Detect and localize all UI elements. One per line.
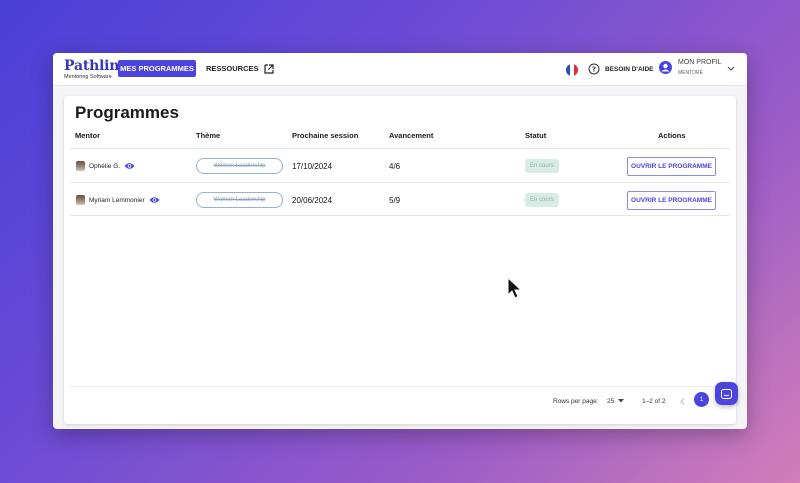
nav-resources[interactable]: RESSOURCES [206,60,274,77]
eye-icon[interactable] [149,196,160,204]
theme-chip: Women Leadership [196,158,283,174]
chat-launcher-button[interactable] [715,382,738,405]
caret-down-icon [618,399,625,403]
avatar [76,195,85,205]
nav-my-programs[interactable]: MES PROGRAMMES [118,60,196,77]
next-session-date: 20/06/2024 [292,195,333,205]
top-navigation-bar: Pathline Mentoring Software MES PROGRAMM… [53,53,747,86]
column-header-next-session: Prochaine session [292,131,359,140]
table-row: Myriam Lemmonier Women Leadership 20/06/… [70,182,730,216]
chevron-left-icon [680,397,685,405]
mentor-cell: Ophélie G. [76,149,135,183]
language-flag-icon[interactable] [566,64,578,76]
help-label: BESOIN D'AIDE [605,65,654,73]
previous-page-button[interactable] [680,394,685,408]
user-avatar-icon [659,61,672,74]
avatar [76,161,85,171]
page-number-button[interactable]: 1 [694,392,709,407]
chat-icon [721,388,732,399]
column-header-mentor: Mentor [75,131,100,140]
eye-icon[interactable] [124,162,135,170]
rows-per-page-value: 25 [607,397,615,405]
chevron-down-icon[interactable] [727,66,735,72]
profile-label: MON PROFIL [678,59,722,66]
profile-menu[interactable]: MON PROFIL MENTORÉ [659,59,722,76]
mentor-cell: Myriam Lemmonier [76,183,160,217]
help-button[interactable]: ? BESOIN D'AIDE [588,63,654,75]
mentor-name: Myriam Lemmonier [89,196,145,204]
open-program-button[interactable]: OUVRIR LE PROGRAMME [627,190,716,210]
profile-role: MENTORÉ [678,70,703,76]
column-header-actions: Actions [658,131,686,140]
next-session-date: 17/10/2024 [292,161,333,171]
app-window: Pathline Mentoring Software MES PROGRAMM… [53,53,747,429]
column-header-progress: Avancement [389,131,434,140]
table-row: Ophélie G. Women Leadership 17/10/2024 4… [70,148,730,182]
status-badge: En cours [525,193,559,207]
table-footer-divider [70,386,730,387]
external-link-icon [263,63,274,74]
column-header-theme: Thème [196,131,221,140]
pagination-range: 1–2 of 2 [642,397,666,405]
theme-chip: Women Leadership [196,192,283,208]
nav-resources-label: RESSOURCES [206,64,259,73]
page-title: Programmes [75,103,179,122]
progress-value: 4/6 [389,161,401,171]
svg-text:?: ? [592,66,596,74]
progress-value: 5/9 [389,195,401,205]
help-icon: ? [588,63,600,75]
rows-per-page-label: Rows per page: [553,397,599,405]
status-badge: En cours [525,159,559,173]
open-program-button[interactable]: OUVRIR LE PROGRAMME [627,156,716,176]
programs-card: Programmes Mentor Thème Prochaine sessio… [64,96,736,424]
mouse-cursor-icon [507,277,523,299]
column-header-status: Statut [525,131,547,140]
mentor-name: Ophélie G. [89,162,121,170]
rows-per-page-select[interactable]: 25 [607,394,625,408]
